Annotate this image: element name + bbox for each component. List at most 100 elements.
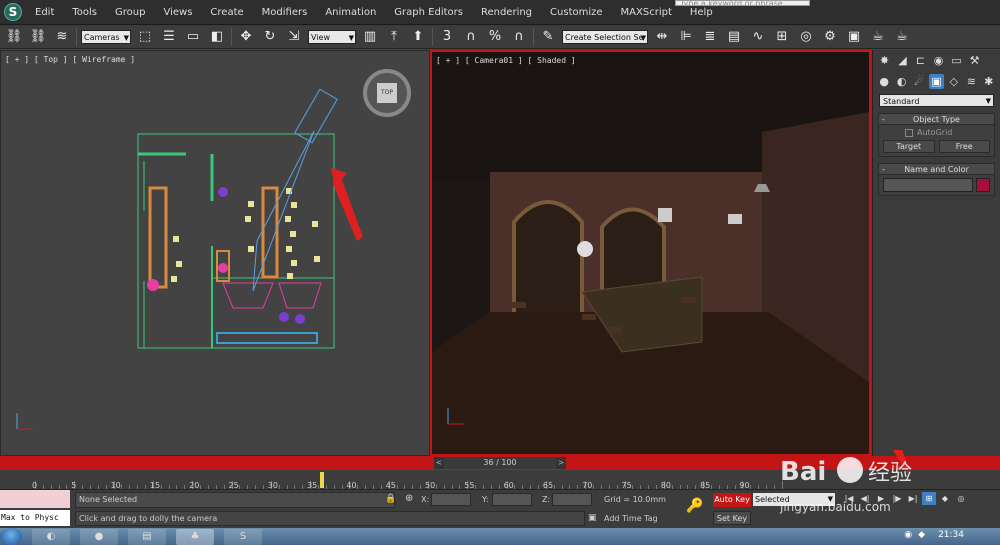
viewcube-top-face[interactable]: TOP xyxy=(377,83,397,103)
mirror-icon[interactable]: ⇹ xyxy=(652,27,672,47)
menu-edit[interactable]: Edit xyxy=(26,7,63,18)
spinner-snap-icon[interactable]: ∩ xyxy=(509,27,529,47)
systems-icon[interactable]: ✱ xyxy=(982,74,996,89)
add-time-tag-button[interactable]: Add Time Tag xyxy=(604,514,658,523)
taskbar-app-3dsmax[interactable]: S xyxy=(224,528,262,545)
top-viewport[interactable]: [ + ] [ Top ] [ Wireframe ] TOP xyxy=(0,50,430,456)
spacewarps-icon[interactable]: ≋ xyxy=(964,74,978,89)
selection-lock-icon[interactable]: 🔒 xyxy=(385,494,396,504)
rect-selection-icon[interactable]: ▭ xyxy=(183,27,203,47)
object-name-input[interactable] xyxy=(883,178,973,192)
angle-snap-icon[interactable]: ∩ xyxy=(461,27,481,47)
taskbar-app-image[interactable]: ♣ xyxy=(176,528,214,545)
reference-coord-dropdown[interactable]: View xyxy=(308,29,356,45)
maxscript-listener-pink[interactable] xyxy=(0,490,70,508)
render-setup-icon[interactable]: ⚙ xyxy=(820,27,840,47)
edit-named-selection-icon[interactable]: ✎ xyxy=(538,27,558,47)
motion-tab-icon[interactable]: ◉ xyxy=(931,53,946,68)
menu-create[interactable]: Create xyxy=(201,7,252,18)
schematic-view-icon[interactable]: ⊞ xyxy=(772,27,792,47)
prev-key-icon[interactable]: ◀| xyxy=(858,492,872,505)
maxscript-mini-listener[interactable]: Max to Physc xyxy=(0,510,70,526)
play-icon[interactable]: ▶ xyxy=(874,492,888,505)
layer-manager-icon[interactable]: ≣ xyxy=(700,27,720,47)
link-icon[interactable]: ⛓ xyxy=(4,27,24,47)
rendered-frame-icon[interactable]: ▣ xyxy=(844,27,864,47)
select-object-icon[interactable]: ⬚ xyxy=(135,27,155,47)
field-of-view-icon[interactable]: ◆ xyxy=(938,492,952,505)
absolute-mode-icon[interactable]: ⊕ xyxy=(405,493,413,504)
top-viewport-label[interactable]: [ + ] [ Top ] [ Wireframe ] xyxy=(5,55,135,64)
pivot-center-icon[interactable]: ▥ xyxy=(360,27,380,47)
time-cursor[interactable] xyxy=(320,472,324,488)
utilities-tab-icon[interactable]: ⚒ xyxy=(967,53,982,68)
time-tag-icon[interactable]: ▣ xyxy=(588,513,597,523)
helpers-icon[interactable]: ◇ xyxy=(947,74,961,89)
object-type-rollout-header[interactable]: Object Type xyxy=(878,113,995,125)
x-coord-input[interactable] xyxy=(431,493,471,506)
named-selection-set-dropdown[interactable]: Create Selection Se xyxy=(562,29,648,45)
menu-rendering[interactable]: Rendering xyxy=(472,7,541,18)
menu-help[interactable]: Help xyxy=(681,7,722,18)
prev-frame-arrow-icon[interactable]: < xyxy=(434,457,444,469)
scale-icon[interactable]: ⇲ xyxy=(284,27,304,47)
keyboard-shortcut-icon[interactable]: ⬆ xyxy=(408,27,428,47)
modify-tab-icon[interactable]: ◢ xyxy=(895,53,910,68)
camera-viewport[interactable]: [ + ] [ Camera01 ] [ Shaded ] xyxy=(430,50,871,456)
hierarchy-tab-icon[interactable]: ⊏ xyxy=(913,53,928,68)
track-bar-ruler[interactable]: 0 5 10 15 20 25 30 35 40 45 50 55 60 65 70 75 80 85 90 xyxy=(0,470,1000,490)
select-by-name-icon[interactable]: ☰ xyxy=(159,27,179,47)
autogrid-checkbox[interactable]: AutoGrid xyxy=(883,128,990,137)
menu-maxscript[interactable]: MAXScript xyxy=(612,7,681,18)
menu-views[interactable]: Views xyxy=(154,7,201,18)
menu-graph-editors[interactable]: Graph Editors xyxy=(385,7,472,18)
target-camera-button[interactable]: Target xyxy=(883,140,935,153)
viewcube-ring[interactable]: TOP xyxy=(363,69,411,117)
menu-animation[interactable]: Animation xyxy=(316,7,385,18)
selection-filter-dropdown[interactable]: Cameras xyxy=(81,29,131,45)
render-iterative-icon[interactable]: ☕ xyxy=(892,27,912,47)
menu-tools[interactable]: Tools xyxy=(63,7,106,18)
search-input[interactable]: Type a keyword or phrase xyxy=(675,0,810,6)
orbit-icon[interactable]: ◎ xyxy=(954,492,968,505)
window-crossing-icon[interactable]: ◧ xyxy=(207,27,227,47)
app-logo-button[interactable]: S xyxy=(0,0,26,25)
lights-icon[interactable]: ☄ xyxy=(912,74,926,89)
taskbar-app-player[interactable]: ● xyxy=(80,528,118,545)
start-button[interactable] xyxy=(0,528,22,545)
y-coord-input[interactable] xyxy=(492,493,532,506)
next-frame-arrow-icon[interactable]: > xyxy=(556,457,566,469)
tray-network-icon[interactable]: ◉ xyxy=(904,530,912,540)
taskbar-app-browser[interactable]: ◐ xyxy=(32,528,70,545)
next-key-icon[interactable]: |▶ xyxy=(890,492,904,505)
autogrid-checkbox-box[interactable] xyxy=(905,128,913,137)
select-manipulate-icon[interactable]: ⤒ xyxy=(384,27,404,47)
geometry-icon[interactable]: ● xyxy=(877,74,891,89)
curve-editor-icon[interactable]: ∿ xyxy=(748,27,768,47)
free-camera-button[interactable]: Free xyxy=(938,140,990,153)
menu-modifiers[interactable]: Modifiers xyxy=(253,7,317,18)
tray-volume-icon[interactable]: ◆ xyxy=(918,530,925,540)
go-to-end-icon[interactable]: ▶| xyxy=(906,492,920,505)
render-production-icon[interactable]: ☕ xyxy=(868,27,888,47)
time-slider[interactable]: 36 / 100 xyxy=(444,457,556,469)
unlink-icon[interactable]: ⛓ xyxy=(28,27,48,47)
set-key-mode-icon[interactable]: 🔑 xyxy=(686,498,703,514)
cameras-icon[interactable]: ▣ xyxy=(929,74,944,89)
key-filter-dropdown[interactable]: Selected xyxy=(753,493,835,506)
zoom-extents-icon[interactable]: ⊞ xyxy=(922,492,936,505)
auto-key-button[interactable]: Auto Key xyxy=(713,493,751,507)
go-to-start-icon[interactable]: |◀ xyxy=(842,492,856,505)
ribbon-toggle-icon[interactable]: ▤ xyxy=(724,27,744,47)
menu-group[interactable]: Group xyxy=(106,7,154,18)
clock[interactable]: 21:34 xyxy=(938,530,964,540)
camera-viewport-label[interactable]: [ + ] [ Camera01 ] [ Shaded ] xyxy=(436,56,576,65)
name-color-rollout-header[interactable]: Name and Color xyxy=(878,163,995,175)
display-tab-icon[interactable]: ▭ xyxy=(949,53,964,68)
rotate-icon[interactable]: ↻ xyxy=(260,27,280,47)
percent-snap-icon[interactable]: % xyxy=(485,27,505,47)
move-icon[interactable]: ✥ xyxy=(236,27,256,47)
bind-spacewarp-icon[interactable]: ≋ xyxy=(52,27,72,47)
create-tab-icon[interactable]: ✸ xyxy=(877,53,892,68)
align-icon[interactable]: ⊫ xyxy=(676,27,696,47)
